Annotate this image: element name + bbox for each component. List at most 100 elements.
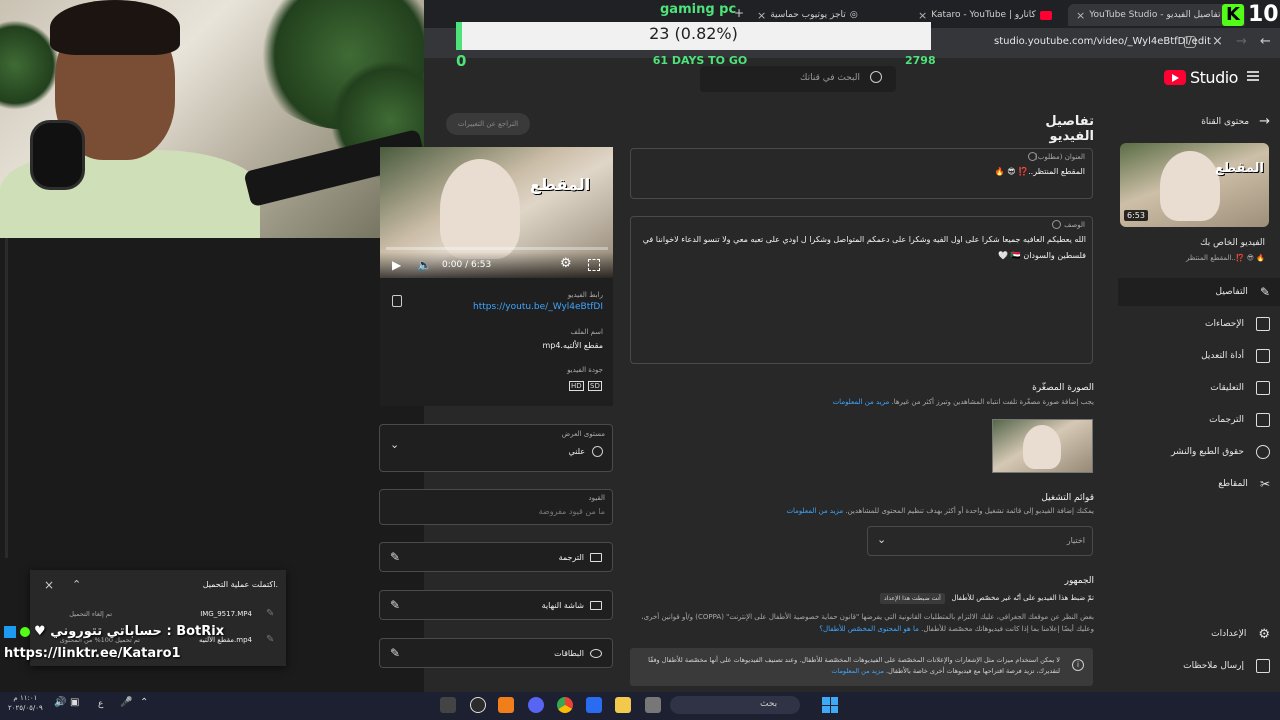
thumbnail-text: يجب إضافة صورة مصغّرة تلفت انتباه المشاه… [832, 398, 1094, 406]
video-progress-bar[interactable] [386, 247, 608, 250]
pencil-icon[interactable]: ✎ [266, 634, 274, 645]
sidebar-item-analytics[interactable]: الإحصاءات [1120, 310, 1270, 338]
gear-icon[interactable]: ⚙ [560, 256, 572, 271]
editor-icon [1256, 349, 1270, 363]
network-icon[interactable]: ▣ [70, 697, 79, 708]
cards-button[interactable]: البطاقات ✎ [379, 638, 613, 668]
description-field-value[interactable]: الله يعطيكم العافيه جميعا شكرا على اول ا… [630, 232, 1086, 264]
undo-changes-button[interactable]: التراجع عن التغييرات [446, 113, 530, 135]
notice-learn-more-link[interactable]: مزيد من المعلومات [831, 667, 884, 675]
help-icon[interactable] [1028, 152, 1037, 161]
copy-icon[interactable] [392, 295, 402, 307]
discord-icon[interactable] [528, 697, 544, 713]
your-video-title: المقطع المنتظر..⁉️ 😎 🔥 [1186, 254, 1265, 262]
subtitles-button[interactable]: الترجمة ✎ [379, 542, 613, 572]
sidebar-item-details[interactable]: التفاصيل ✎ [1118, 278, 1280, 306]
fullscreen-icon[interactable] [588, 259, 600, 271]
windows-start-icon[interactable] [822, 697, 838, 713]
title-field-label: العنوان (مطلوب) [1035, 153, 1085, 161]
scissors-icon: ✂ [1259, 477, 1270, 491]
volume-icon[interactable]: 🔈 [417, 258, 432, 272]
sidebar-item-editor[interactable]: أداة التعديل [1120, 342, 1270, 370]
close-icon[interactable]: × [918, 9, 927, 22]
vlc-icon[interactable] [498, 697, 514, 713]
microphone-icon[interactable]: 🎤 [120, 697, 132, 708]
info-icon: i [1072, 659, 1084, 671]
thumbnail-learn-more-link[interactable]: مزيد من المعلومات [833, 398, 890, 406]
windows-taskbar [0, 692, 1280, 720]
browser-tab-channel[interactable]: كاتارو | Kataro - YouTube × [918, 4, 1052, 26]
sidebar-item-subtitles[interactable]: الترجمات [1120, 406, 1270, 434]
task-view-icon[interactable] [645, 697, 661, 713]
youtube-icon [1164, 70, 1186, 85]
app-circle-icon[interactable] [470, 697, 486, 713]
pencil-icon: ✎ [1259, 285, 1270, 299]
title-field-value[interactable]: المقطع المنتظر..⁉️ 😎 🔥 [800, 167, 1085, 176]
chrome-icon[interactable] [557, 697, 573, 713]
info-icon [590, 648, 602, 658]
browser-tab-studio[interactable]: تفاصيل الفيديو - YouTube Studio × [1068, 4, 1245, 26]
close-icon[interactable]: × [757, 9, 766, 22]
restrictions-label: القيود [588, 494, 605, 502]
store-icon[interactable] [586, 697, 602, 713]
comments-icon [1256, 381, 1270, 395]
sidebar-item-feedback[interactable]: إرسال ملاحظات [1120, 652, 1270, 680]
audience-tag: أنت ضبطت هذا الإعداد [880, 593, 945, 604]
end-screen-button[interactable]: شاشة النهاية ✎ [379, 590, 613, 620]
page-title: تفاصيل الفيديو [1045, 114, 1094, 144]
close-icon[interactable]: × [44, 578, 54, 592]
close-icon[interactable]: × [1212, 34, 1223, 49]
sidebar-item-comments[interactable]: التعليقات [1120, 374, 1270, 402]
speaker-icon[interactable]: 🔊 [54, 697, 66, 708]
audience-heading: الجمهور [1064, 576, 1094, 586]
play-icon[interactable]: ▶ [392, 258, 401, 272]
file-name-label: اسم الملف [570, 328, 603, 336]
goal-target: 2798 [905, 54, 936, 67]
help-icon[interactable] [1052, 220, 1061, 229]
url-text[interactable]: studio.youtube.com/video/_Wyl4eBtfDI/edi… [994, 36, 1211, 47]
close-icon[interactable]: × [1076, 9, 1085, 22]
sidebar-item-copyright[interactable]: حقوق الطبع والنشر [1120, 438, 1270, 466]
your-video-label: الفيديو الخاص بك [1200, 238, 1265, 248]
visibility-label: مستوى العرض [561, 430, 605, 438]
upload-file-1: IMG_9517.MP4 [200, 610, 252, 618]
pencil-icon[interactable]: ✎ [266, 608, 274, 619]
socials-overlay: ♥ حساباتي تتوروني : BotRix [4, 624, 224, 639]
pencil-icon[interactable]: ✎ [390, 550, 400, 564]
playlists-text: يمكنك إضافة الفيديو إلى قائمة تشغيل واحد… [786, 507, 1094, 515]
pencil-icon[interactable]: ✎ [390, 646, 400, 660]
obs-icon[interactable] [440, 697, 456, 713]
thumbnail-option[interactable] [992, 419, 1093, 473]
kick-counter: K 10 [1222, 2, 1279, 27]
chevron-up-icon[interactable]: ⌃ [140, 697, 148, 708]
studio-logo[interactable]: Studio [1164, 68, 1238, 87]
video-link[interactable]: https://youtu.be/_Wyl4eBtfDI [420, 302, 603, 312]
sidebar-item-clips[interactable]: المقاطع ✂ [1120, 470, 1270, 498]
playlists-heading: قوائم التشغيل [1041, 493, 1094, 503]
pencil-icon[interactable]: ✎ [390, 598, 400, 612]
audience-notice-text: لا يمكن استخدام ميزات مثل الإشعارات والإ… [648, 656, 1060, 675]
video-link-label: رابط الفيديو [567, 291, 603, 299]
language-indicator-icon[interactable]: ع [98, 699, 103, 709]
goal-progress-text: 23 (0.82%) [649, 24, 738, 43]
end-screen-icon [590, 600, 602, 610]
channel-content-link[interactable]: محتوى القناة → [1120, 114, 1270, 129]
forward-arrow-icon[interactable]: → [1236, 34, 1247, 49]
analytics-icon [1256, 317, 1270, 331]
chevron-up-icon[interactable]: ⌃ [72, 578, 81, 591]
subtitles-icon [1256, 413, 1270, 427]
audience-learn-more-link[interactable]: ما هو المحتوى المخصّص للأطفال؟ [819, 625, 919, 633]
taskbar-clock[interactable]: ١١:٠١ م ٢٠٢٥/٠٥/٠٩ [8, 693, 43, 713]
thumbnail-duration: 6:53 [1124, 210, 1148, 221]
sidebar-item-settings[interactable]: الإعدادات ⚙ [1120, 620, 1270, 648]
visibility-value: علني [568, 447, 585, 456]
upload-status-1: تم إلغاء التحميل [69, 610, 112, 618]
back-arrow-icon[interactable]: ← [1260, 34, 1271, 49]
menu-icon[interactable] [1247, 71, 1259, 81]
taskbar-search[interactable] [670, 696, 800, 714]
twitter-icon [4, 625, 16, 638]
playlists-learn-more-link[interactable]: مزيد من المعلومات [786, 507, 843, 515]
search-icon[interactable] [870, 71, 882, 83]
file-explorer-icon[interactable] [615, 697, 631, 713]
verified-icon [20, 626, 30, 637]
